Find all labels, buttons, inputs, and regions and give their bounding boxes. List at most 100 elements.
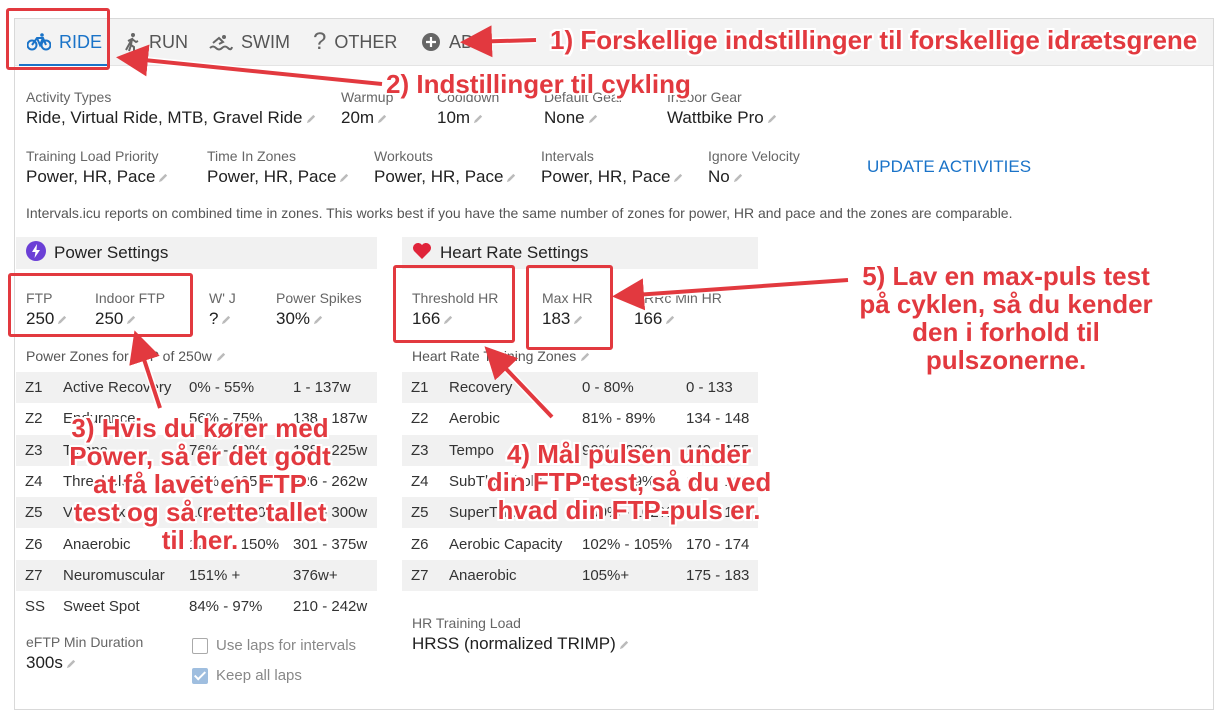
annotation-line: til her. <box>161 525 239 555</box>
default-gear-value[interactable]: None <box>544 108 599 128</box>
activity-types-value[interactable]: Ride, Virtual Ride, MTB, Gravel Ride <box>26 108 317 128</box>
default-gear-text: None <box>544 108 585 127</box>
annotation-line: pulszonerne. <box>925 345 1087 375</box>
annotation-line: at få lavet en FTP <box>93 469 307 499</box>
training-load-priority-text: Power, HR, Pace <box>26 167 156 186</box>
pencil-icon <box>58 315 67 324</box>
zone-pct: 151% + <box>189 566 241 584</box>
hr-zones-title-text: Heart Rate Training Zones <box>412 348 577 364</box>
question-icon: ? <box>313 28 327 55</box>
annotation-line: din FTP-test, så du ved <box>486 467 772 497</box>
zone-name: Aerobic Capacity <box>449 535 563 553</box>
checkbox-box-checked[interactable] <box>192 667 208 684</box>
ftp-value[interactable]: 250 <box>26 309 68 329</box>
eftp-min-duration-value[interactable]: 300s <box>26 653 77 673</box>
heart-icon <box>412 242 432 265</box>
time-in-zones-value[interactable]: Power, HR, Pace <box>207 167 350 187</box>
pencil-icon <box>216 352 225 361</box>
hr-zones-title[interactable]: Heart Rate Training Zones <box>412 348 591 364</box>
tab-label: ADD <box>449 31 488 52</box>
zone-row: Z1 Active Recovery 0% - 55% 1 - 137w <box>16 372 377 403</box>
checkbox-box[interactable] <box>192 637 208 654</box>
max-hr-text: 183 <box>542 309 571 328</box>
power-spikes-label: Power Spikes <box>276 290 362 306</box>
annotation-line: test og så rette tallet <box>73 497 327 527</box>
annotation-line: hvad din FTP-puls er. <box>497 495 761 525</box>
indoor-ftp-text: 250 <box>95 309 124 328</box>
workouts-value[interactable]: Power, HR, Pace <box>374 167 517 187</box>
zone-name: Recovery <box>449 379 513 396</box>
wj-value[interactable]: ? <box>209 309 232 329</box>
training-load-priority-value[interactable]: Power, HR, Pace <box>26 167 169 187</box>
plus-circle-icon <box>421 32 441 52</box>
intervals-text: Power, HR, Pace <box>541 167 671 186</box>
pencil-icon <box>340 173 349 182</box>
zone-id: Z2 <box>411 410 429 428</box>
power-spikes-value[interactable]: 30% <box>276 309 324 329</box>
hrrc-min-hr-label: HRRc Min HR <box>634 290 722 306</box>
activity-types-text: Ride, Virtual Ride, MTB, Gravel Ride <box>26 108 303 127</box>
workouts-label: Workouts <box>374 148 433 164</box>
annotation-3: 3) Hvis du kører med Power, så er det god… <box>30 414 370 554</box>
threshold-hr-label: Threshold HR <box>412 290 499 306</box>
cooldown-value[interactable]: 10m <box>437 108 484 128</box>
power-zones-title[interactable]: Power Zones for FTP of 250w <box>26 348 227 364</box>
pencil-icon <box>159 173 168 182</box>
ignore-velocity-value[interactable]: No <box>708 167 744 187</box>
time-in-zones-text: Power, HR, Pace <box>207 167 337 186</box>
warmup-value[interactable]: 20m <box>341 108 388 128</box>
pencil-icon <box>222 315 231 324</box>
zone-range: 0 - 133 <box>686 379 733 396</box>
zone-pct: 0 - 80% <box>582 379 634 396</box>
keep-all-laps-checkbox[interactable]: Keep all laps <box>192 667 302 684</box>
use-laps-checkbox[interactable]: Use laps for intervals <box>192 637 356 654</box>
update-activities-button[interactable]: UPDATE ACTIVITIES <box>867 157 1031 177</box>
threshold-hr-value[interactable]: 166 <box>412 309 454 329</box>
zone-pct: 102% - 105% <box>582 535 673 553</box>
indoor-gear-value[interactable]: Wattbike Pro <box>667 108 778 128</box>
pencil-icon <box>473 114 483 123</box>
use-laps-label: Use laps for intervals <box>216 637 357 654</box>
zone-row: Z7 Neuromuscular 151% + 376w+ <box>16 559 377 591</box>
power-spikes-text: 30% <box>276 309 311 328</box>
tab-label: OTHER <box>334 31 398 52</box>
zone-id: Z1 <box>25 379 43 396</box>
tab-run[interactable]: RUN <box>121 19 188 65</box>
warmup-text: 20m <box>341 108 375 127</box>
tab-add[interactable]: ADD <box>421 19 487 65</box>
hr-training-load-value[interactable]: HRSS (normalized TRIMP) <box>412 634 630 654</box>
swimmer-icon <box>209 32 233 52</box>
zone-id: SS <box>25 598 46 616</box>
zone-row: Z6 Aerobic Capacity 102% - 105% 170 - 174 <box>402 529 758 560</box>
intervals-label: Intervals <box>541 148 594 164</box>
max-hr-value[interactable]: 183 <box>542 309 584 329</box>
pencil-icon <box>507 173 516 182</box>
zone-id: Z1 <box>411 379 429 396</box>
zone-range: 170 - 174 <box>686 535 750 553</box>
zone-pct: 105%+ <box>582 566 630 584</box>
pencil-icon <box>306 114 315 123</box>
pencil-icon <box>581 352 590 361</box>
pencil-icon <box>588 114 597 123</box>
power-settings-title: Power Settings <box>54 243 169 262</box>
zones-note: Intervals.icu reports on combined time i… <box>26 205 1013 221</box>
tab-swim[interactable]: SWIM <box>209 19 290 65</box>
threshold-hr-text: 166 <box>412 309 441 328</box>
indoor-ftp-value[interactable]: 250 <box>95 309 137 329</box>
zone-row: Z7 Anaerobic 105%+ 175 - 183 <box>402 559 758 591</box>
intervals-value[interactable]: Power, HR, Pace <box>541 167 684 187</box>
tab-other[interactable]: ? OTHER <box>313 19 397 65</box>
pencil-icon <box>733 173 742 182</box>
zone-pct: 81% - 89% <box>582 410 656 428</box>
pencil-icon <box>127 315 136 324</box>
pencil-icon <box>767 114 776 123</box>
zone-id: Z5 <box>411 504 429 522</box>
annotation-4: 4) Mål pulsen under din FTP-test, så du v… <box>474 440 784 524</box>
zone-name: Neuromuscular <box>63 566 165 584</box>
cooldown-text: 10m <box>437 108 471 127</box>
annotation-line: på cyklen, så du kender <box>859 289 1153 319</box>
hrrc-min-hr-value[interactable]: 166 <box>634 309 676 329</box>
tab-ride[interactable]: RIDE <box>18 19 111 66</box>
annotation-2: 2) Indstillinger til cykling <box>386 69 691 99</box>
training-load-priority-label: Training Load Priority <box>26 148 159 164</box>
